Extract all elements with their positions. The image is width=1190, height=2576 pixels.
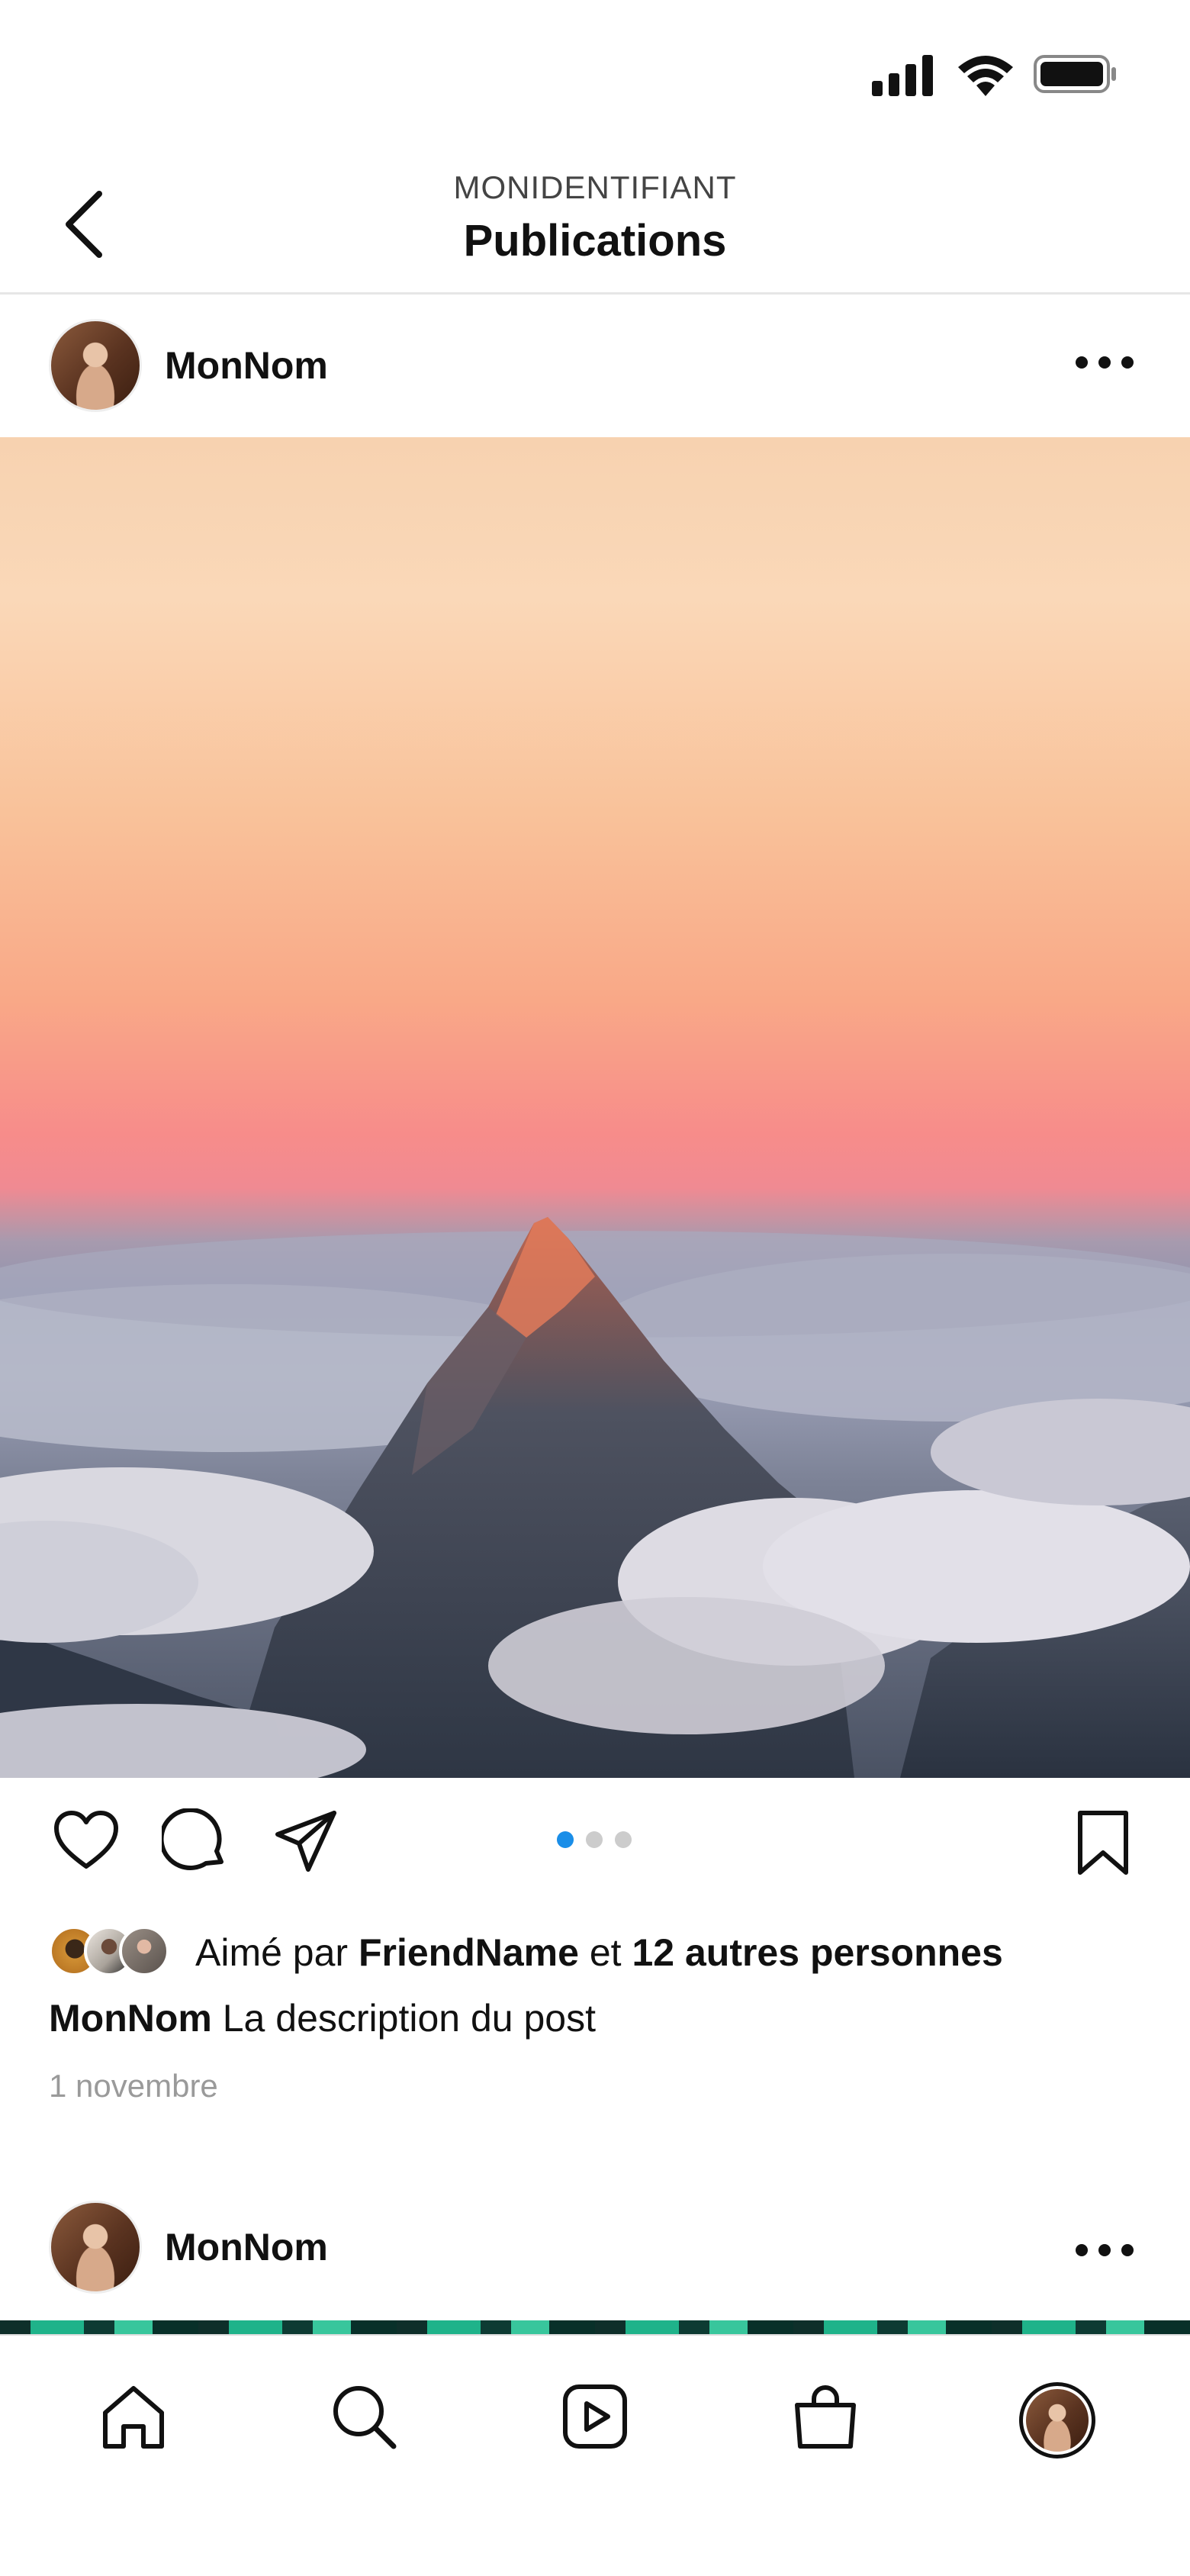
bookmark-icon[interactable] — [1074, 1808, 1132, 1877]
page-title: Publications — [463, 216, 727, 266]
profile-avatar[interactable] — [1019, 2382, 1095, 2458]
next-post-image[interactable] — [0, 2320, 1190, 2334]
caption-username[interactable]: MonNom — [49, 1997, 212, 2040]
carousel-dot — [615, 1831, 632, 1848]
cellular-signal-icon — [872, 55, 933, 96]
likes-text: Aimé par FriendName et 12 autres personn… — [195, 1930, 1003, 1975]
post-caption: MonNom La description du post — [49, 1996, 596, 2040]
post-username[interactable]: MonNom — [165, 343, 328, 388]
likes-prefix: Aimé par — [195, 1931, 349, 1974]
post-image[interactable] — [0, 437, 1190, 1778]
next-post-header: MonNom — [0, 2176, 1190, 2318]
shop-icon[interactable] — [791, 2382, 860, 2451]
avatar[interactable] — [49, 319, 142, 412]
comment-icon[interactable] — [162, 1808, 227, 1874]
reels-icon[interactable] — [561, 2382, 629, 2451]
next-post-username[interactable]: MonNom — [165, 2225, 328, 2269]
screen: MONIDENTIFIANT Publications MonNom Aimé … — [0, 0, 1190, 2576]
post-date: 1 novembre — [49, 2068, 218, 2104]
nav-header: MONIDENTIFIANT Publications — [0, 153, 1190, 295]
liker-avatar — [119, 1926, 169, 1976]
wifi-icon — [958, 56, 1013, 96]
avatar[interactable] — [49, 2201, 142, 2294]
search-icon[interactable] — [330, 2382, 398, 2451]
heart-icon[interactable] — [52, 1808, 121, 1871]
home-icon[interactable] — [99, 2382, 168, 2451]
carousel-dot-active — [557, 1831, 574, 1848]
caption-text: La description du post — [222, 1997, 596, 2040]
account-id: MONIDENTIFIANT — [453, 169, 737, 205]
more-horizontal-icon[interactable] — [1076, 356, 1134, 375]
liker-name[interactable]: FriendName — [359, 1931, 579, 1974]
more-horizontal-icon[interactable] — [1076, 2244, 1134, 2262]
share-icon[interactable] — [273, 1808, 339, 1874]
tab-bar — [0, 2334, 1190, 2576]
status-bar — [0, 0, 1190, 153]
battery-icon — [1034, 55, 1116, 93]
post-header: MonNom — [0, 295, 1190, 436]
likes-connector: et — [589, 1931, 622, 1974]
likes-row[interactable]: Aimé par FriendName et 12 autres personn… — [49, 1923, 1147, 1979]
carousel-dot — [586, 1831, 603, 1848]
carousel-indicator — [557, 1831, 633, 1850]
likes-others[interactable]: 12 autres personnes — [632, 1931, 1002, 1974]
